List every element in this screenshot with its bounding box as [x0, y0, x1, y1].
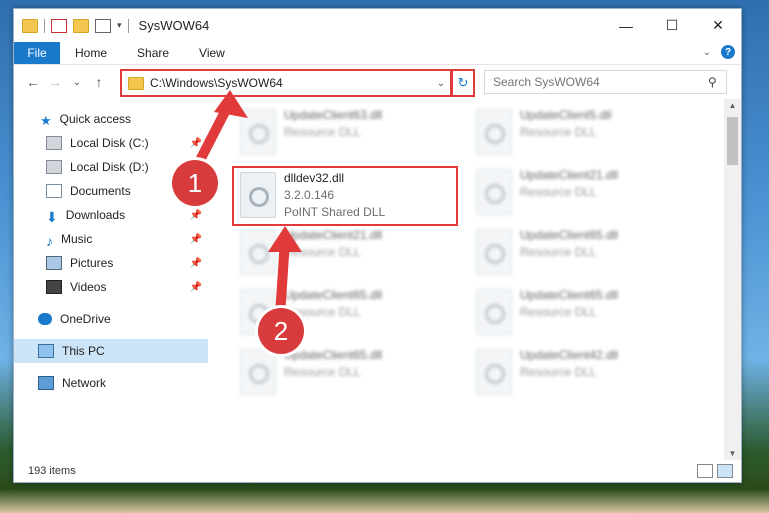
annotation-arrows [190, 90, 302, 321]
step-badge-2: 2 [258, 308, 304, 354]
arrowhead-2 [268, 226, 302, 252]
step-badge-1: 1 [172, 160, 218, 206]
